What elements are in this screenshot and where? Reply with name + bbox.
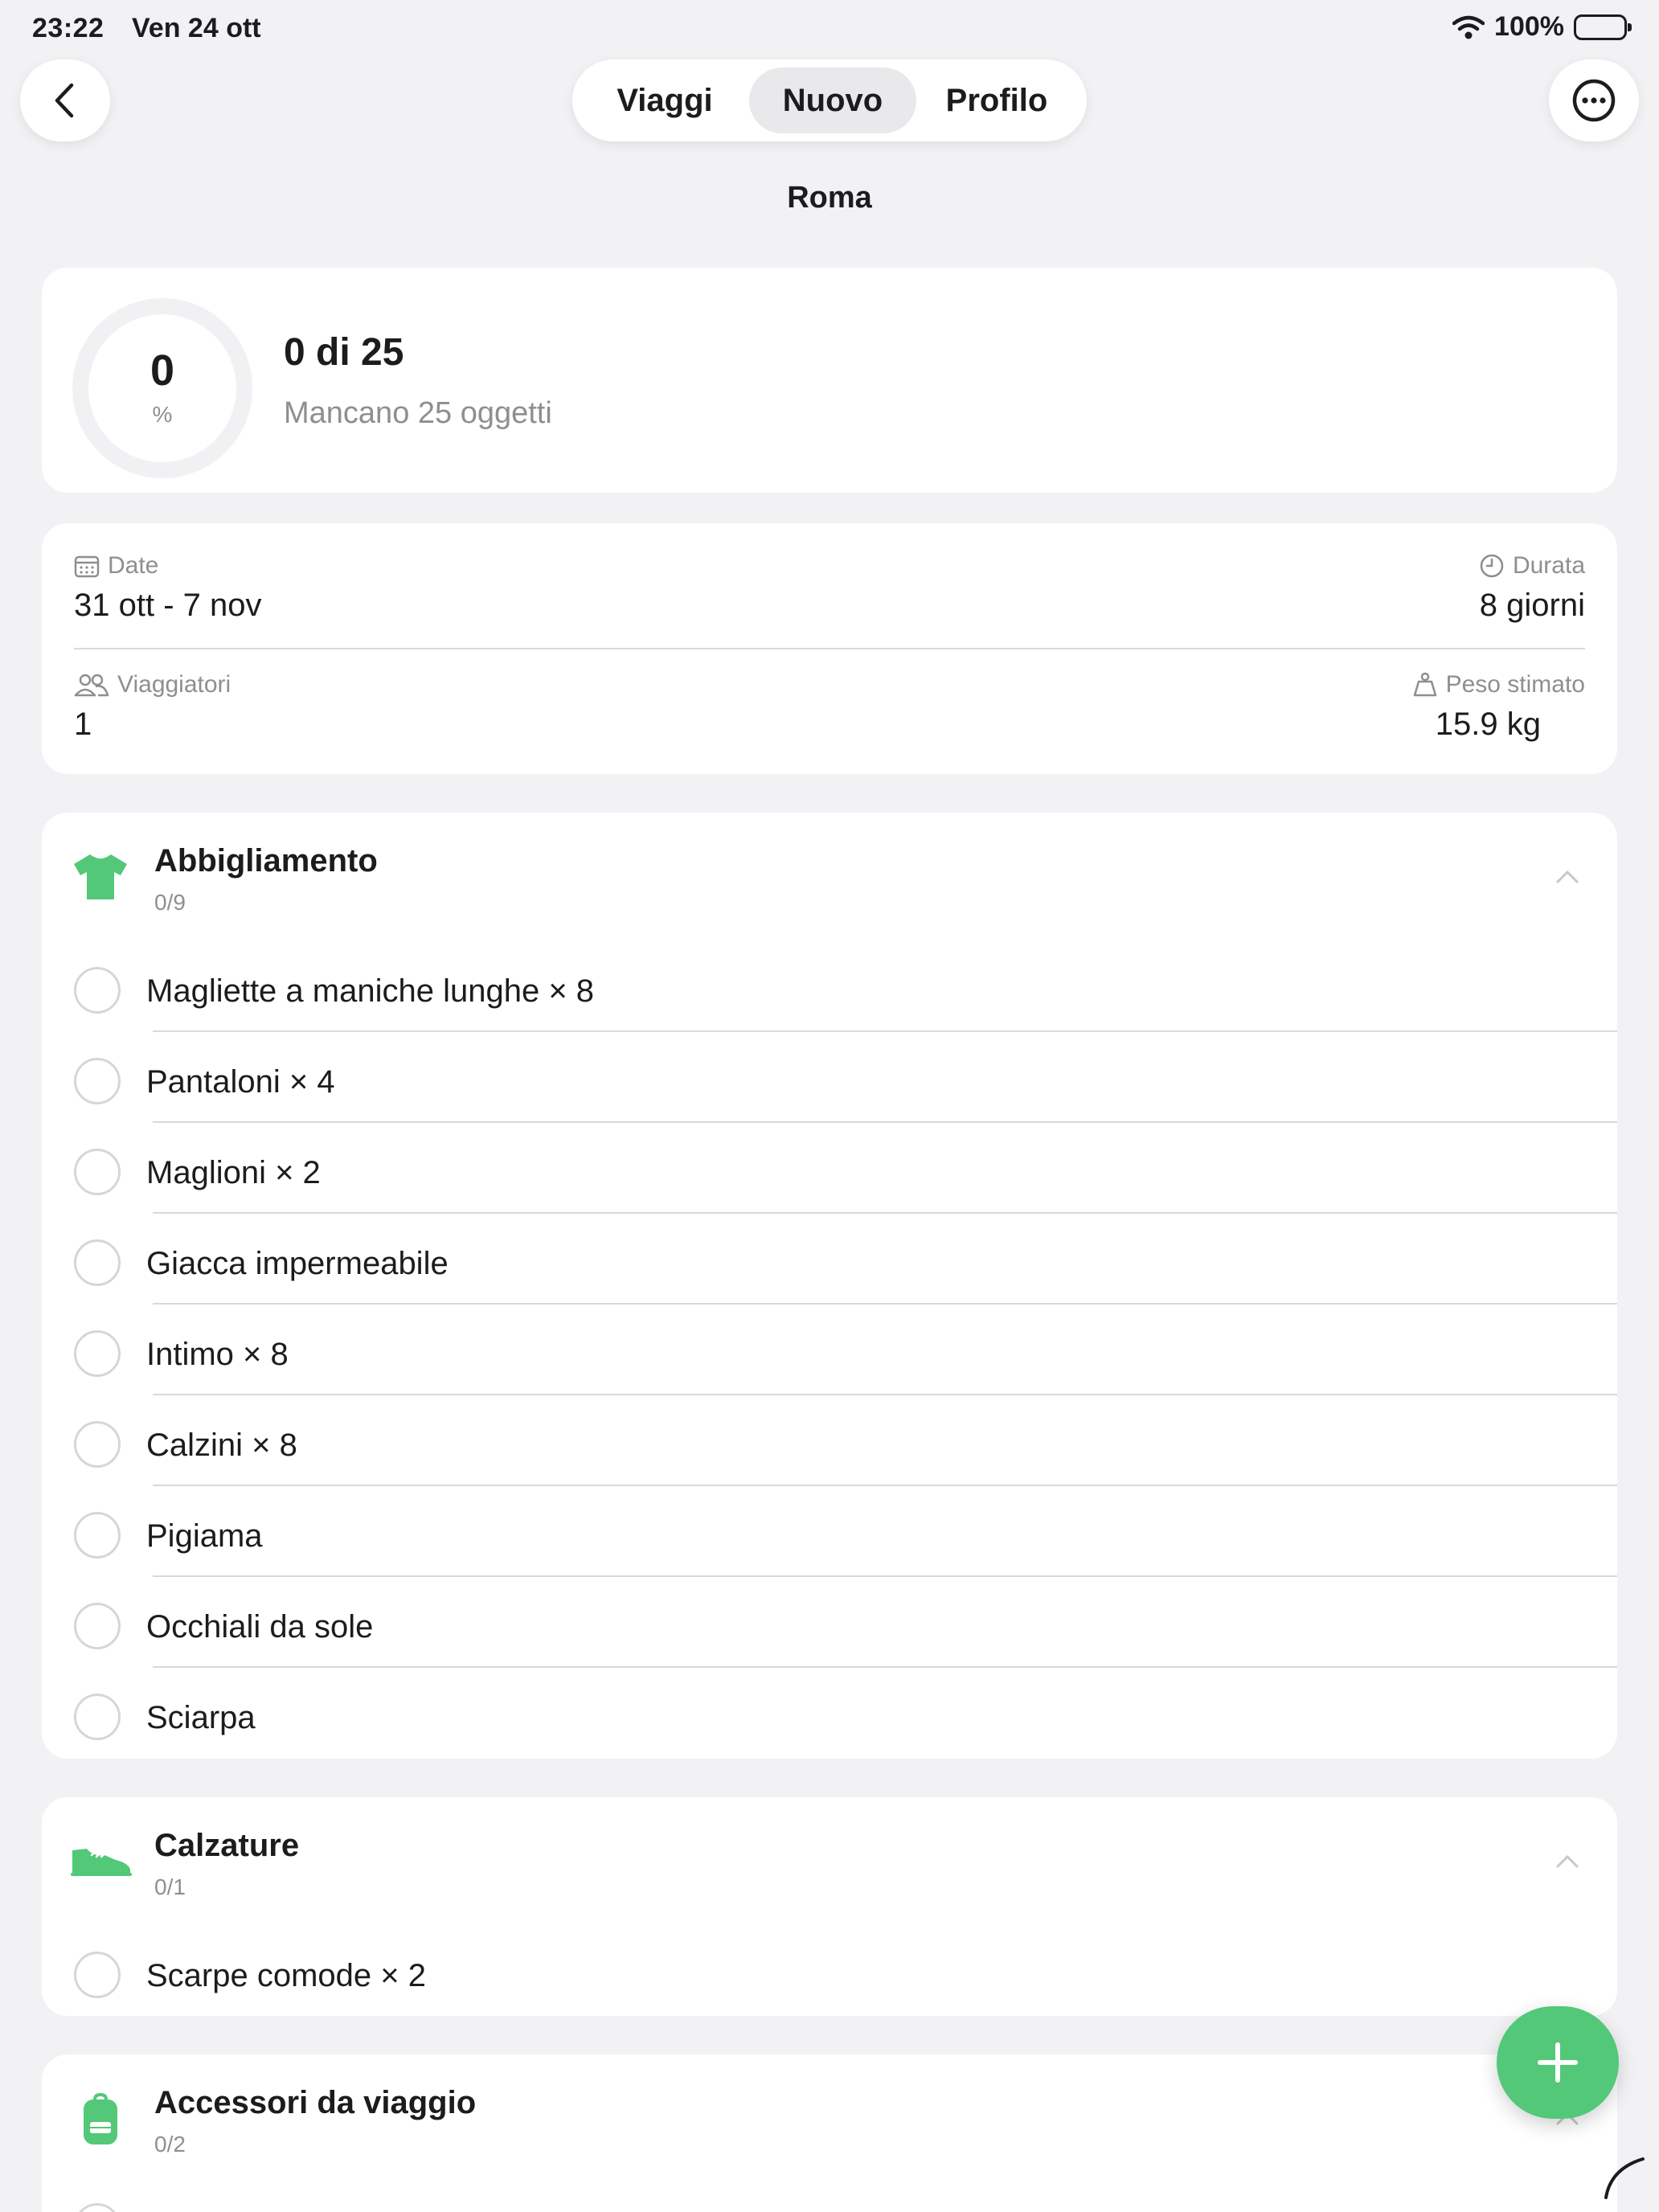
battery-icon xyxy=(1574,14,1632,40)
weight-label-row: Peso stimato xyxy=(1412,671,1585,698)
item-label: Giacca impermeabile xyxy=(146,1246,449,1281)
checkbox[interactable] xyxy=(74,1149,121,1195)
people-icon xyxy=(74,674,109,697)
item-label: Occhiali da sole xyxy=(146,1609,374,1645)
tab-nuovo[interactable]: Nuovo xyxy=(749,68,916,133)
weight-value: 15.9 kg xyxy=(1435,707,1541,742)
category-count: 0/2 xyxy=(154,2132,186,2157)
list-item[interactable]: Calzini × 8 xyxy=(42,1395,1617,1486)
checkbox[interactable] xyxy=(74,967,121,1014)
checkbox[interactable] xyxy=(74,1952,121,1998)
duration-label-row: Durata xyxy=(1479,552,1585,580)
dates-label: Date xyxy=(108,552,159,579)
category-header[interactable]: Calzature 0/1 xyxy=(42,1797,1617,1926)
duration-value: 8 giorni xyxy=(1479,588,1585,623)
tab-profilo[interactable]: Profilo xyxy=(916,68,1077,133)
checkbox[interactable] xyxy=(74,1239,121,1286)
progress-percent-unit: % xyxy=(152,402,173,427)
list-item[interactable]: Pantaloni × 4 xyxy=(42,1032,1617,1123)
info-divider xyxy=(74,648,1585,649)
more-options-button[interactable] xyxy=(1549,59,1639,141)
item-label: Magliette a maniche lunghe × 8 xyxy=(146,973,595,1009)
checkbox[interactable] xyxy=(74,1058,121,1104)
packed-count: 0 di 25 xyxy=(284,331,404,374)
status-time: 23:22 xyxy=(32,13,104,43)
back-button[interactable] xyxy=(20,59,110,141)
trip-info-card: Date 31 ott - 7 nov Durata 8 giorni Viag… xyxy=(42,523,1617,774)
status-date: Ven 24 ott xyxy=(132,13,261,43)
checkbox[interactable] xyxy=(74,1421,121,1468)
list-item[interactable]: Intimo × 8 xyxy=(42,1305,1617,1395)
ellipsis-circle-icon xyxy=(1572,79,1616,122)
calendar-icon xyxy=(74,555,100,578)
item-label: Scarpe comode × 2 xyxy=(146,1958,426,1993)
category-card-accessori: Accessori da viaggio 0/2 xyxy=(42,2054,1617,2212)
backpack-icon xyxy=(84,2093,117,2144)
remaining-items-text: Mancano 25 oggetti xyxy=(284,396,552,430)
dates-value: 31 ott - 7 nov xyxy=(74,588,262,623)
add-item-button[interactable] xyxy=(1497,2006,1619,2119)
checkbox[interactable] xyxy=(74,1330,121,1377)
list-item[interactable]: Occhiali da sole xyxy=(42,1577,1617,1668)
page-title: Roma xyxy=(787,181,872,215)
category-header[interactable]: Abbigliamento 0/9 xyxy=(42,813,1617,941)
chevron-left-icon xyxy=(55,83,74,118)
list-item[interactable]: Sciarpa xyxy=(42,1668,1617,1759)
checkbox[interactable] xyxy=(74,1694,121,1740)
list-item[interactable]: Giacca impermeabile xyxy=(42,1214,1617,1305)
progress-percent-value: 0 xyxy=(150,346,175,395)
weight-icon xyxy=(1413,672,1436,697)
resize-handle-icon xyxy=(1604,2157,1645,2199)
tab-switcher: Viaggi Nuovo Profilo xyxy=(572,59,1087,141)
checkbox[interactable] xyxy=(74,1603,121,1649)
progress-card: 0 % 0 di 25 Mancano 25 oggetti xyxy=(42,268,1617,493)
plus-icon xyxy=(1538,2042,1578,2083)
list-item[interactable]: Magliette a maniche lunghe × 8 xyxy=(42,941,1617,1032)
weight-label: Peso stimato xyxy=(1445,671,1585,698)
travelers-label: Viaggiatori xyxy=(117,671,231,698)
list-item[interactable]: Scarpe comode × 2 xyxy=(42,1926,1617,2016)
travelers-label-row: Viaggiatori xyxy=(74,671,231,698)
item-label: Calzini × 8 xyxy=(146,1428,297,1463)
tshirt-icon xyxy=(74,854,127,899)
list-item[interactable]: Pigiama xyxy=(42,1486,1617,1577)
status-bar: 23:22 Ven 24 ott 100% xyxy=(0,0,1659,59)
status-indicators: 100% xyxy=(1452,11,1632,43)
category-title: Abbigliamento xyxy=(154,843,378,879)
item-label: Maglioni × 2 xyxy=(146,1155,321,1190)
category-header[interactable]: Accessori da viaggio 0/2 xyxy=(42,2054,1617,2183)
category-title: Calzature xyxy=(154,1828,300,1863)
progress-ring: 0 % xyxy=(72,298,252,478)
item-label: Intimo × 8 xyxy=(146,1337,289,1372)
category-card-abbigliamento: Abbigliamento 0/9 Magliette a maniche lu… xyxy=(42,813,1617,1759)
duration-label: Durata xyxy=(1512,552,1585,579)
category-title: Accessori da viaggio xyxy=(154,2085,477,2120)
category-card-calzature: Calzature 0/1 Scarpe comode × 2 xyxy=(42,1797,1617,2016)
list-item[interactable]: Maglioni × 2 xyxy=(42,1123,1617,1214)
app-screen: 23:22 Ven 24 ott 100% Viaggi Nuovo Profi… xyxy=(0,0,1659,2212)
clock-icon xyxy=(1480,554,1504,578)
item-label: Sciarpa xyxy=(146,1700,256,1735)
shoe-icon xyxy=(71,1849,132,1876)
travelers-value: 1 xyxy=(74,707,92,742)
battery-percentage: 100% xyxy=(1494,11,1564,42)
tab-viaggi[interactable]: Viaggi xyxy=(580,68,749,133)
item-label: Pigiama xyxy=(146,1518,263,1554)
checkbox[interactable] xyxy=(74,1512,121,1559)
checkbox[interactable] xyxy=(74,2203,121,2212)
wifi-icon xyxy=(1452,15,1485,39)
item-label: Pantaloni × 4 xyxy=(146,1064,335,1100)
chevron-up-icon[interactable] xyxy=(1551,864,1583,888)
dates-label-row: Date xyxy=(74,552,158,580)
category-count: 0/1 xyxy=(154,1874,186,1899)
chevron-up-icon[interactable] xyxy=(1551,1849,1583,1873)
category-count: 0/9 xyxy=(154,890,186,915)
